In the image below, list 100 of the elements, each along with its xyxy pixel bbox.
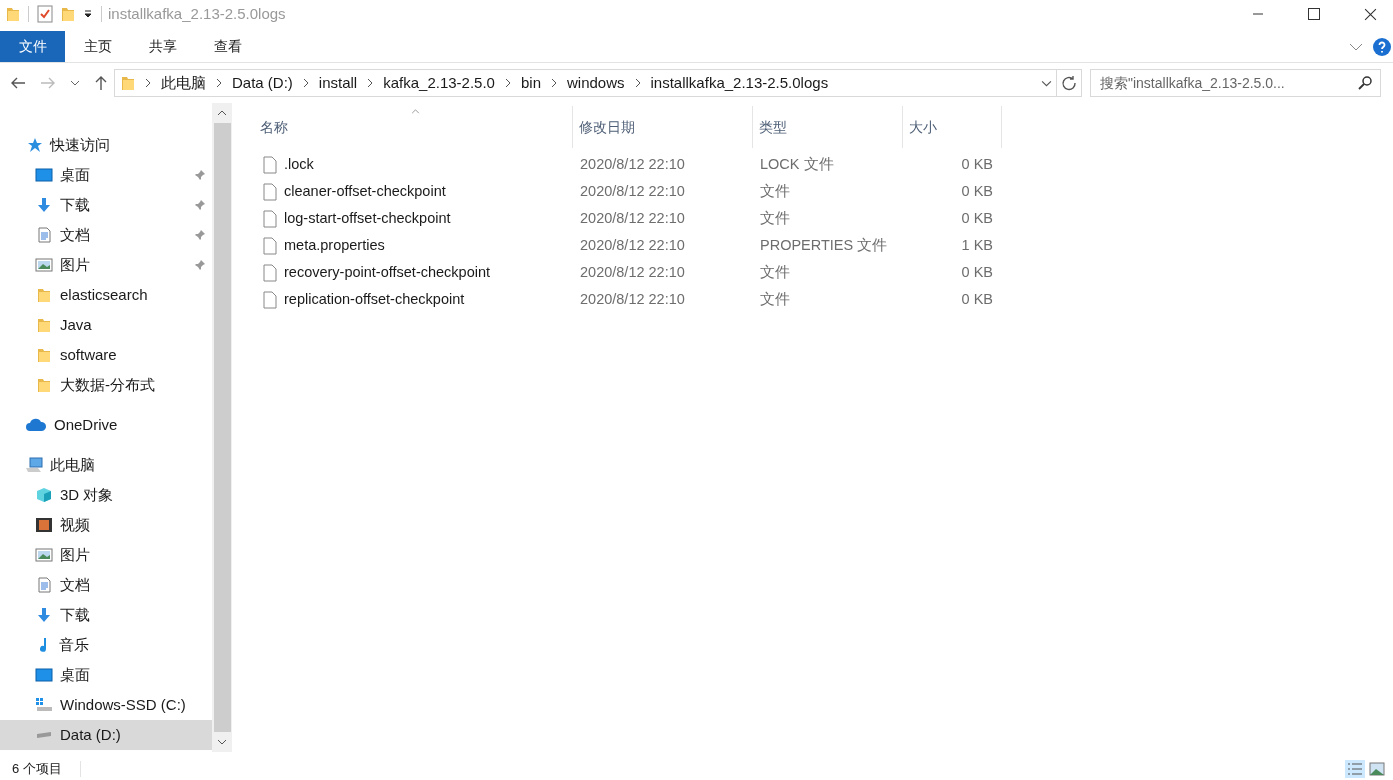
file-name: recovery-point-offset-checkpoint [284, 262, 491, 282]
folder-icon [121, 75, 135, 91]
sidebar-item[interactable]: Windows-SSD (C:) [0, 690, 212, 720]
file-icon [263, 182, 277, 201]
chevron-down-icon[interactable] [70, 80, 80, 86]
sidebar-item[interactable]: elasticsearch [0, 280, 212, 310]
file-name: meta.properties [284, 235, 385, 255]
help-icon[interactable] [1373, 37, 1391, 56]
up-arrow-icon[interactable] [94, 75, 108, 91]
sidebar-item[interactable]: 下载 [0, 190, 212, 220]
sidebar-item[interactable]: 音乐 [0, 630, 212, 660]
scroll-up-icon[interactable] [217, 110, 227, 116]
file-type: 文件 [759, 208, 791, 228]
folder-icon [35, 377, 53, 393]
document-icon [35, 227, 53, 243]
file-size: 1 KB [960, 235, 994, 255]
minimize-icon [1252, 13, 1264, 15]
sidebar-item[interactable]: OneDrive [0, 410, 212, 440]
properties-icon[interactable] [37, 5, 53, 23]
refresh-icon[interactable] [1061, 75, 1077, 91]
sidebar-label: Data (D:) [60, 724, 122, 745]
file-tab[interactable]: 文件 [0, 31, 65, 62]
sidebar-label: 文档 [60, 574, 91, 595]
sidebar-item[interactable]: 下载 [0, 600, 212, 630]
sidebar-label: 桌面 [60, 164, 91, 185]
breadcrumb[interactable]: windows [567, 71, 625, 95]
sidebar-item[interactable]: 桌面 [0, 660, 212, 690]
sidebar-item[interactable]: 大数据-分布式 [0, 370, 212, 400]
breadcrumb[interactable]: install [318, 71, 358, 95]
modified-date: 2020/8/12 22:10 [579, 289, 686, 309]
sidebar-item[interactable]: Data (D:) [0, 720, 212, 750]
close-icon [1363, 7, 1377, 21]
sidebar-label: software [60, 344, 118, 365]
sidebar-item[interactable]: software [0, 340, 212, 370]
breadcrumb[interactable]: bin [520, 71, 541, 95]
chevron-down-icon[interactable] [1041, 79, 1052, 87]
file-size: 0 KB [960, 181, 994, 201]
scrollbar-thumb[interactable] [213, 123, 231, 732]
back-arrow-icon[interactable] [10, 76, 26, 90]
chevron-down-icon[interactable] [1349, 42, 1363, 51]
sidebar-item[interactable]: 快速访问 [0, 130, 212, 160]
chevron-right-icon[interactable] [504, 78, 511, 88]
scrollbar[interactable] [212, 103, 232, 752]
sidebar-item[interactable]: 3D 对象 [0, 480, 212, 510]
breadcrumb[interactable]: 此电脑 [161, 71, 206, 95]
ribbon-tab[interactable]: 查看 [195, 31, 260, 62]
sidebar-label: 音乐 [59, 634, 90, 655]
sidebar-item[interactable]: 文档 [0, 570, 212, 600]
sidebar-item[interactable]: 视频 [0, 510, 212, 540]
chevron-right-icon[interactable] [302, 78, 309, 88]
chevron-right-icon[interactable] [634, 78, 641, 88]
column-header[interactable]: 类型 [753, 106, 903, 148]
sidebar-item[interactable]: 桌面 [0, 160, 212, 190]
scroll-down-icon[interactable] [217, 739, 227, 745]
chevron-right-icon[interactable] [216, 78, 222, 88]
column-header[interactable]: 修改日期 [573, 106, 753, 148]
breadcrumb[interactable]: kafka_2.13-2.5.0 [383, 71, 495, 95]
ribbon-tab[interactable]: 共享 [130, 31, 195, 62]
ribbon-tab[interactable]: 主页 [65, 31, 130, 62]
computer-icon [25, 457, 43, 473]
picture-icon [35, 547, 53, 563]
file-row[interactable]: log-start-offset-checkpoint 2020/8/12 22:10 文件 0 KB [254, 205, 1393, 232]
sort-caret-icon [411, 109, 420, 114]
file-row[interactable]: replication-offset-checkpoint 2020/8/12 22:10 文件 0 KB [254, 286, 1393, 313]
breadcrumb[interactable]: Data (D:) [232, 71, 293, 95]
chevron-right-icon[interactable] [145, 78, 151, 88]
large-icons-view-icon[interactable] [1367, 760, 1387, 778]
sidebar-item[interactable]: 文档 [0, 220, 212, 250]
file-row[interactable]: cleaner-offset-checkpoint 2020/8/12 22:10 文件 0 KB [254, 178, 1393, 205]
sidebar-item[interactable]: 图片 [0, 250, 212, 280]
sidebar-item[interactable]: 图片 [0, 540, 212, 570]
file-row[interactable]: recovery-point-offset-checkpoint 2020/8/12 22:10 文件 0 KB [254, 259, 1393, 286]
file-type: 文件 [759, 181, 791, 201]
sidebar-item[interactable]: 此电脑 [0, 450, 212, 480]
sidebar-item[interactable]: Java [0, 310, 212, 340]
dropdown-icon[interactable] [83, 9, 93, 19]
modified-date: 2020/8/12 22:10 [579, 154, 686, 174]
address-bar[interactable]: 此电脑 Data (D:) install kafka_2.13-2.5.0 bin windows installkafka_2.13-2.5.0logs [114, 69, 1082, 97]
folder-icon [35, 287, 53, 303]
sidebar-label: 视频 [60, 514, 91, 535]
chevron-right-icon[interactable] [551, 78, 557, 88]
file-type: PROPERTIES 文件 [759, 235, 889, 255]
file-icon [263, 209, 277, 228]
sidebar-label: 下载 [60, 604, 91, 625]
column-header[interactable]: 大小 [903, 106, 1002, 148]
search-field[interactable]: 搜索"installkafka_2.13-2.5.0... [1090, 69, 1381, 97]
breadcrumb[interactable]: installkafka_2.13-2.5.0logs [650, 71, 829, 95]
sidebar-label: Windows-SSD (C:) [60, 694, 187, 715]
file-row[interactable]: meta.properties 2020/8/12 22:10 PROPERTIES 文件 1 KB [254, 232, 1393, 259]
file-type: 文件 [759, 262, 791, 282]
file-row[interactable]: .lock 2020/8/12 22:10 LOCK 文件 0 KB [254, 151, 1393, 178]
file-icon [263, 155, 277, 174]
window-title: installkafka_2.13-2.5.0logs [108, 3, 286, 24]
file-name: cleaner-offset-checkpoint [284, 181, 446, 201]
file-icon [263, 236, 277, 255]
chevron-right-icon[interactable] [367, 78, 374, 88]
sidebar-label: 桌面 [60, 664, 91, 685]
drive-icon [37, 732, 51, 738]
column-header[interactable]: 名称 [254, 106, 573, 148]
down-arrow-icon [35, 607, 53, 623]
